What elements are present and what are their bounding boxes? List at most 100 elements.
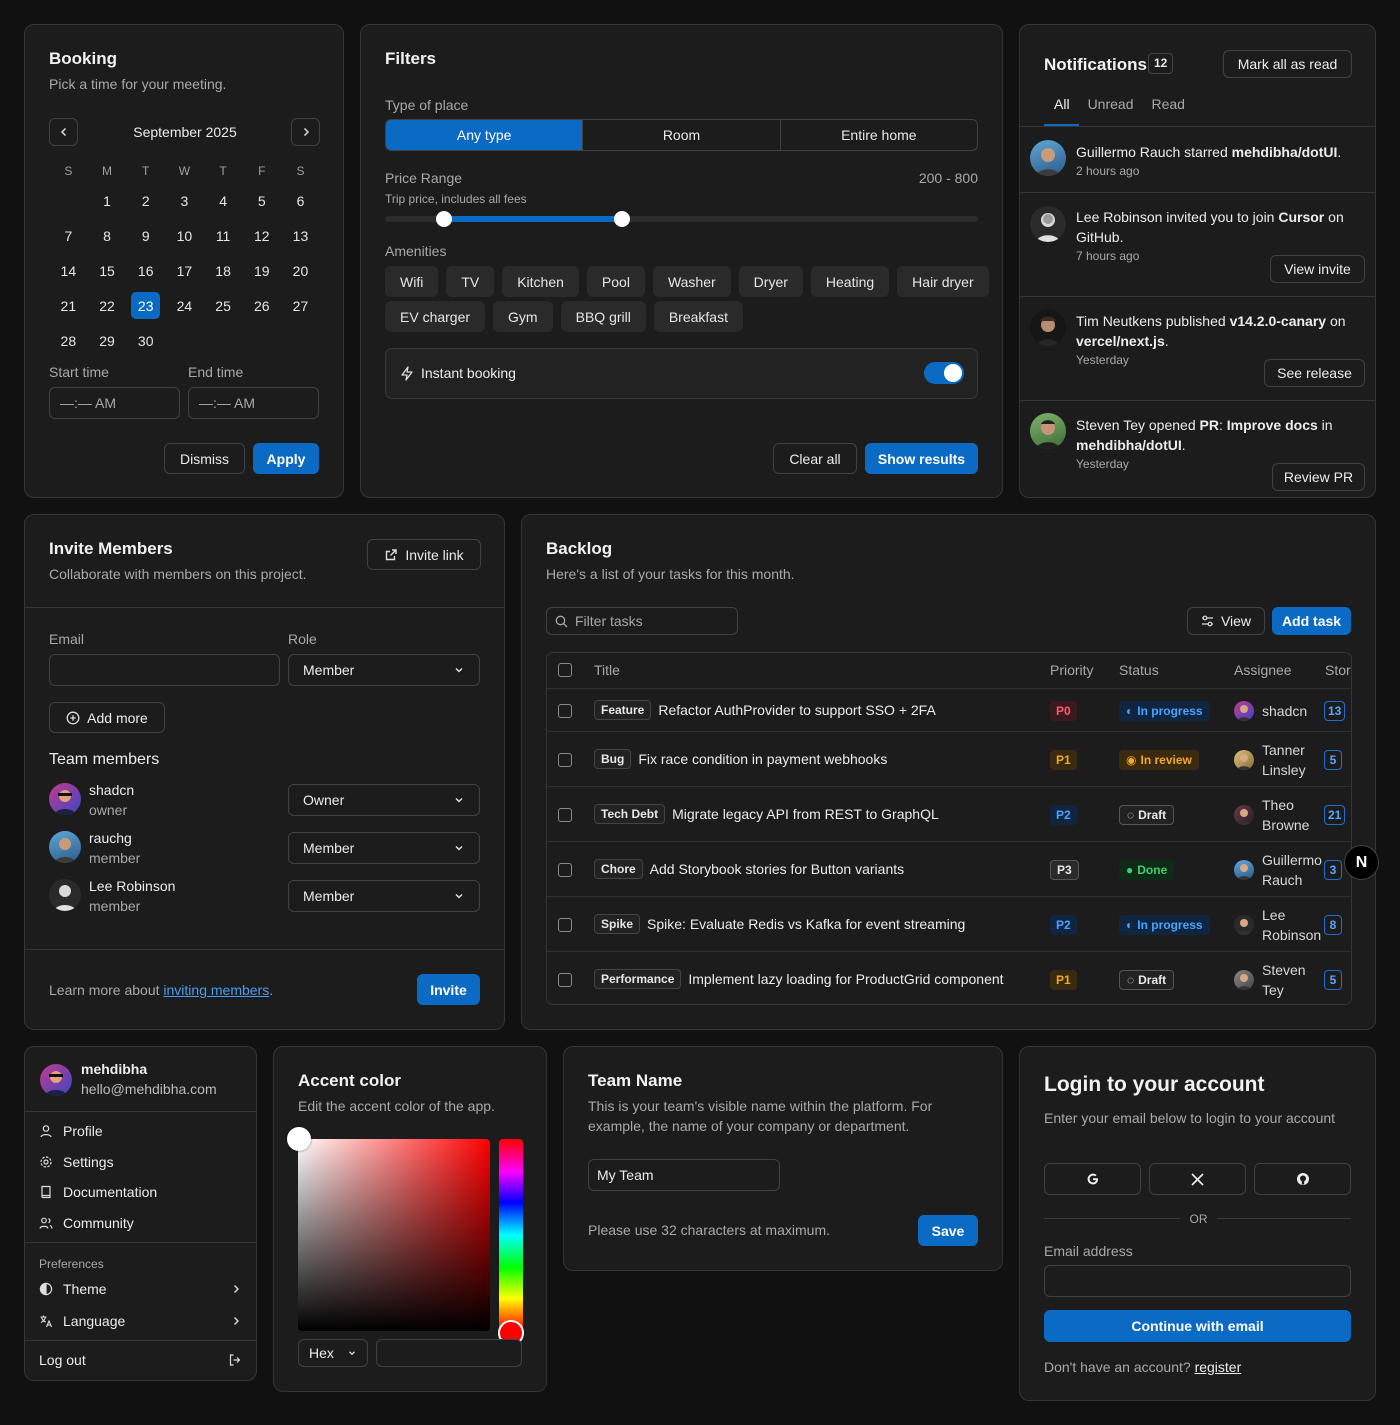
calendar-day[interactable]: 6 xyxy=(281,183,320,218)
notification-tab[interactable]: All xyxy=(1044,96,1079,112)
amenity-chip[interactable]: Hair dryer xyxy=(897,266,989,297)
amenity-chip[interactable]: BBQ grill xyxy=(560,301,646,332)
calendar-day[interactable]: 2 xyxy=(126,183,165,218)
clear-all-button[interactable]: Clear all xyxy=(773,443,857,474)
apply-button[interactable]: Apply xyxy=(253,443,319,474)
amenity-chip[interactable]: EV charger xyxy=(385,301,486,332)
menu-item-language[interactable]: Language xyxy=(39,1313,242,1329)
calendar-day[interactable]: 21 xyxy=(49,288,88,323)
calendar-day[interactable]: 12 xyxy=(242,218,281,253)
instant-booking-toggle[interactable] xyxy=(924,362,964,384)
start-time-input[interactable]: —:— AM xyxy=(49,387,180,419)
add-task-button[interactable]: Add task xyxy=(1272,607,1351,635)
row-checkbox[interactable] xyxy=(558,972,572,987)
team-name-input[interactable]: My Team xyxy=(588,1159,780,1191)
member-role-select[interactable]: Owner xyxy=(288,784,480,816)
table-row[interactable]: Spike Spike: Evaluate Redis vs Kafka for … xyxy=(547,896,1351,951)
review-pr-button[interactable]: Review PR xyxy=(1272,463,1365,491)
calendar-day[interactable]: 22 xyxy=(88,288,127,323)
amenity-chip[interactable]: Washer xyxy=(652,266,731,297)
price-slider-min-thumb[interactable] xyxy=(436,211,452,227)
amenity-chip[interactable]: Kitchen xyxy=(502,266,579,297)
calendar-day[interactable]: 10 xyxy=(165,218,204,253)
amenity-chip[interactable]: Gym xyxy=(493,301,553,332)
email-field[interactable] xyxy=(49,654,280,686)
save-button[interactable]: Save xyxy=(918,1215,978,1246)
table-row[interactable]: Tech Debt Migrate legacy API from REST to… xyxy=(547,786,1351,841)
amenity-chip[interactable]: TV xyxy=(446,266,495,297)
filter-tasks-input[interactable]: Filter tasks xyxy=(546,607,738,635)
show-results-button[interactable]: Show results xyxy=(865,443,978,474)
mark-all-read-button[interactable]: Mark all as read xyxy=(1223,50,1352,78)
view-invite-button[interactable]: View invite xyxy=(1270,255,1365,283)
calendar-day[interactable]: 28 xyxy=(49,323,88,358)
calendar-day[interactable]: 14 xyxy=(49,253,88,288)
notification-item[interactable]: Steven Tey opened PR: Improve docs in me… xyxy=(1020,400,1375,497)
row-checkbox[interactable] xyxy=(558,917,572,932)
row-checkbox[interactable] xyxy=(558,862,572,877)
color-area-thumb[interactable] xyxy=(287,1127,311,1151)
inviting-members-link[interactable]: inviting members xyxy=(163,982,269,998)
member-role-select[interactable]: Member xyxy=(288,880,480,912)
place-type-option[interactable]: Room xyxy=(583,120,781,150)
row-checkbox[interactable] xyxy=(558,752,572,767)
menu-item-theme[interactable]: Theme xyxy=(39,1281,242,1297)
menu-item-community[interactable]: Community xyxy=(39,1215,134,1231)
calendar-day[interactable]: 16 xyxy=(126,253,165,288)
menu-item-documentation[interactable]: Documentation xyxy=(39,1184,157,1200)
row-checkbox[interactable] xyxy=(558,703,572,718)
calendar-day[interactable]: 20 xyxy=(281,253,320,288)
table-row[interactable]: Bug Fix race condition in payment webhook… xyxy=(547,731,1351,786)
see-release-button[interactable]: See release xyxy=(1264,359,1365,387)
notification-tab[interactable]: Unread xyxy=(1079,96,1143,112)
hue-slider[interactable] xyxy=(499,1139,523,1331)
notification-item[interactable]: Guillermo Rauch starred mehdibha/dotUI. … xyxy=(1020,126,1375,192)
price-slider-max-thumb[interactable] xyxy=(614,211,630,227)
calendar-day[interactable]: 17 xyxy=(165,253,204,288)
calendar-day[interactable]: 30 xyxy=(126,323,165,358)
member-role-select[interactable]: Member xyxy=(288,832,480,864)
floating-badge[interactable]: N xyxy=(1344,845,1379,880)
google-login-button[interactable] xyxy=(1044,1163,1141,1195)
logout-item[interactable]: Log out xyxy=(39,1352,242,1368)
place-type-option[interactable]: Entire home xyxy=(781,120,977,150)
row-checkbox[interactable] xyxy=(558,807,572,822)
calendar-day[interactable]: 9 xyxy=(126,218,165,253)
calendar-day[interactable]: 25 xyxy=(204,288,243,323)
amenity-chip[interactable]: Dryer xyxy=(738,266,803,297)
menu-item-profile[interactable]: Profile xyxy=(39,1123,103,1139)
calendar-day[interactable]: 7 xyxy=(49,218,88,253)
calendar-day[interactable]: 29 xyxy=(88,323,127,358)
calendar-day[interactable]: 24 xyxy=(165,288,204,323)
table-row[interactable]: Chore Add Storybook stories for Button va… xyxy=(547,841,1351,896)
calendar-day[interactable]: 19 xyxy=(242,253,281,288)
invite-button[interactable]: Invite xyxy=(417,974,480,1005)
color-hex-input[interactable] xyxy=(376,1339,522,1367)
amenity-chip[interactable]: Wifi xyxy=(385,266,439,297)
menu-item-settings[interactable]: Settings xyxy=(39,1154,114,1170)
calendar-day[interactable]: 18 xyxy=(204,253,243,288)
github-login-button[interactable] xyxy=(1254,1163,1351,1195)
calendar-day[interactable]: 26 xyxy=(242,288,281,323)
table-row[interactable]: Feature Refactor AuthProvider to support … xyxy=(547,688,1351,731)
x-login-button[interactable] xyxy=(1149,1163,1246,1195)
calendar-day[interactable]: 15 xyxy=(88,253,127,288)
register-link[interactable]: register xyxy=(1195,1359,1242,1375)
end-time-input[interactable]: —:— AM xyxy=(188,387,319,419)
color-format-select[interactable]: Hex xyxy=(298,1339,368,1367)
price-slider-track[interactable] xyxy=(385,211,978,227)
view-options-button[interactable]: View xyxy=(1187,607,1265,635)
calendar-day[interactable]: 27 xyxy=(281,288,320,323)
calendar-day[interactable]: 13 xyxy=(281,218,320,253)
email-address-input[interactable] xyxy=(1044,1265,1351,1297)
continue-with-email-button[interactable]: Continue with email xyxy=(1044,1310,1351,1342)
notification-tab[interactable]: Read xyxy=(1142,96,1193,112)
calendar-day[interactable]: 3 xyxy=(165,183,204,218)
place-type-option[interactable]: Any type xyxy=(386,120,584,150)
calendar-day-selected[interactable]: 23 xyxy=(126,288,165,323)
amenity-chip[interactable]: Heating xyxy=(810,266,890,297)
calendar-day[interactable]: 5 xyxy=(242,183,281,218)
next-month-button[interactable] xyxy=(291,118,320,146)
calendar-day[interactable]: 11 xyxy=(204,218,243,253)
amenity-chip[interactable]: Breakfast xyxy=(653,301,743,332)
